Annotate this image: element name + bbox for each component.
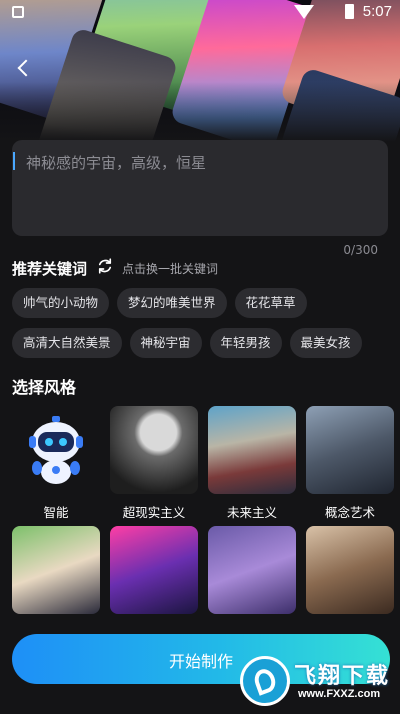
wifi-icon	[294, 5, 314, 19]
style-thumbnail	[12, 526, 100, 614]
refresh-keywords-link[interactable]: 点击换一批关键词	[122, 260, 218, 277]
prompt-input[interactable]	[12, 140, 388, 236]
style-label: 概念艺术	[324, 505, 375, 520]
keyword-chip[interactable]: 帅气的小动物	[12, 288, 110, 318]
style-item-anime[interactable]	[12, 526, 100, 614]
status-bar: 5:07	[0, 0, 400, 26]
keyword-chip[interactable]: 梦幻的唯美世界	[117, 288, 227, 318]
style-item-fantasy[interactable]	[208, 526, 296, 614]
style-thumbnail	[208, 526, 296, 614]
style-item-painting[interactable]	[306, 526, 394, 614]
style-label: 智能	[43, 505, 69, 520]
char-counter: 0/300	[343, 243, 378, 257]
style-item-futurism[interactable]: 未来主义	[208, 406, 296, 521]
style-thumbnail	[110, 526, 198, 614]
watermark: 飞翔下载 www.FXXZ.com	[240, 650, 390, 710]
back-icon[interactable]	[14, 58, 36, 80]
styles-title: 选择风格	[12, 378, 77, 397]
style-item-cyberpunk[interactable]	[110, 526, 198, 614]
keyword-chip[interactable]: 最美女孩	[289, 328, 362, 358]
watermark-url: www.FXXZ.com	[298, 688, 381, 700]
prompt-box	[12, 140, 388, 236]
style-label: 超现实主义	[122, 505, 186, 520]
keyword-chip[interactable]: 神秘宇宙	[129, 328, 202, 358]
style-thumbnail	[110, 406, 198, 494]
chip-row: 帅气的小动物 梦幻的唯美世界 花花草草	[12, 288, 392, 318]
watermark-name: 飞翔下载	[294, 664, 391, 689]
keyword-chips: 帅气的小动物 梦幻的唯美世界 花花草草 高清大自然美景 神秘宇宙 年轻男孩 最美…	[12, 288, 392, 368]
watermark-logo-icon	[240, 656, 290, 706]
refresh-icon[interactable]	[96, 257, 114, 275]
style-thumbnail	[306, 406, 394, 494]
status-time: 5:07	[362, 3, 392, 20]
text-caret	[13, 152, 15, 170]
keyword-chip[interactable]: 高清大自然美景	[12, 328, 122, 358]
chip-row: 高清大自然美景 神秘宇宙 年轻男孩 最美女孩	[12, 328, 392, 358]
style-item-smart[interactable]: 智能	[12, 406, 100, 521]
gallery-icon	[12, 6, 24, 18]
keyword-chip[interactable]: 年轻男孩	[209, 328, 282, 358]
keyword-chip[interactable]: 花花草草	[234, 288, 307, 318]
robot-icon	[12, 406, 100, 494]
keywords-title: 推荐关键词	[12, 260, 88, 278]
battery-icon	[345, 4, 354, 19]
banner-fade	[0, 82, 400, 142]
style-thumbnail	[208, 406, 296, 494]
style-label: 未来主义	[226, 505, 277, 520]
style-item-concept-art[interactable]: 概念艺术	[306, 406, 394, 521]
style-thumbnail	[306, 526, 394, 614]
style-item-surrealism[interactable]: 超现实主义	[110, 406, 198, 521]
